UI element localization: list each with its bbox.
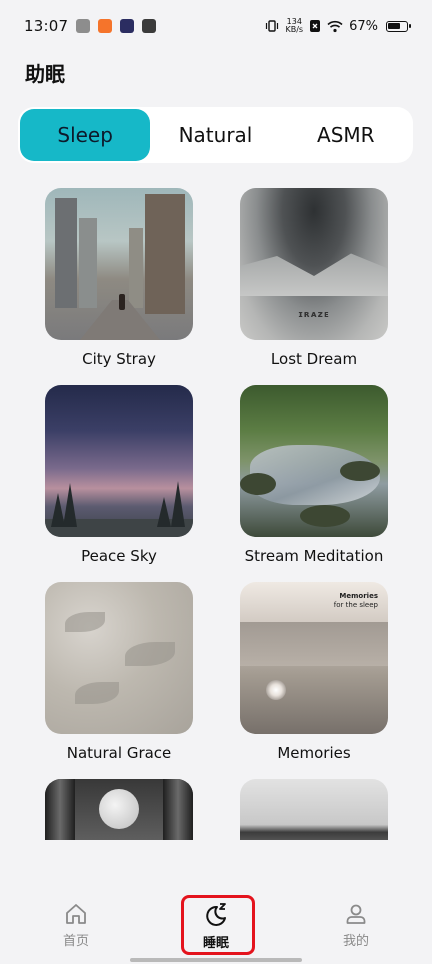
network-speed: 134 KB/s <box>285 18 303 34</box>
card-thumbnail[interactable] <box>240 385 388 537</box>
status-left: 13:07 <box>24 17 157 35</box>
tab-sleep[interactable]: Sleep <box>20 109 151 161</box>
home-icon <box>66 904 86 924</box>
vibrate-icon <box>266 20 279 32</box>
app-notification-icon <box>98 19 113 33</box>
tab-natural[interactable]: Natural <box>150 109 280 161</box>
card-stream-meditation[interactable]: Stream Meditation <box>239 385 389 565</box>
card-moon-theater[interactable] <box>44 779 194 840</box>
card-title: Stream Meditation <box>244 547 384 565</box>
card-thumbnail[interactable] <box>45 188 193 340</box>
card-thumbnail[interactable] <box>45 779 193 840</box>
profile-icon <box>346 904 366 924</box>
nav-profile-label: 我的 <box>342 934 369 949</box>
moon-sleep-icon <box>206 903 226 926</box>
nav-home[interactable]: 首页 <box>46 878 106 964</box>
nav-home-label: 首页 <box>62 934 89 949</box>
sound-grid: City Stray ɪʀᴀᴢᴇ Lost Dream Peace Sky St… <box>0 186 432 840</box>
card-title: Natural Grace <box>66 744 172 762</box>
card-peace-sky[interactable]: Peace Sky <box>44 385 194 565</box>
play-notification-icon <box>120 19 135 33</box>
home-indicator <box>130 958 302 962</box>
battery-icon <box>386 20 411 32</box>
app-screen: 13:07 134 KB/s 67% 助眠 Sleep Natural ASMR <box>0 0 432 964</box>
nav-sleep-label: 睡眠 <box>202 936 229 951</box>
battery-percent: 67% <box>349 18 378 34</box>
card-thumbnail[interactable]: ɪʀᴀᴢᴇ <box>240 188 388 340</box>
sim-icon <box>310 20 321 32</box>
page-title: 助眠 <box>25 62 65 86</box>
card-lost-dream[interactable]: ɪʀᴀᴢᴇ Lost Dream <box>239 188 389 368</box>
card-thumbnail[interactable] <box>45 582 193 734</box>
thumbnail-title: Memories <box>339 592 378 600</box>
tab-asmr[interactable]: ASMR <box>281 109 411 161</box>
card-memories[interactable]: Memories for the sleep Memories <box>239 582 389 762</box>
card-title: City Stray <box>82 350 156 368</box>
nav-profile[interactable]: 我的 <box>326 878 386 964</box>
card-river[interactable] <box>239 779 389 840</box>
network-speed-unit: KB/s <box>285 25 304 34</box>
card-title: Peace Sky <box>81 547 157 565</box>
status-bar: 13:07 134 KB/s 67% <box>0 0 432 52</box>
thumbnail-subtitle: for the sleep <box>333 601 378 609</box>
cloud-notification-icon <box>76 19 91 33</box>
category-tabs: Sleep Natural ASMR <box>18 107 413 163</box>
status-time: 13:07 <box>24 17 69 35</box>
wifi-icon <box>327 20 343 32</box>
card-city-stray[interactable]: City Stray <box>44 188 194 368</box>
status-right: 134 KB/s 67% <box>265 18 411 34</box>
card-thumbnail[interactable]: Memories for the sleep <box>240 582 388 734</box>
thumbnail-text: ɪʀᴀᴢᴇ <box>298 310 330 320</box>
mail-notification-icon <box>142 19 157 33</box>
nav-sleep[interactable]: 睡眠 <box>186 878 246 964</box>
card-natural-grace[interactable]: Natural Grace <box>44 582 194 762</box>
bottom-navigation: 首页 睡眠 我的 <box>0 878 432 964</box>
card-title: Lost Dream <box>270 350 358 368</box>
card-thumbnail[interactable] <box>240 779 388 840</box>
card-thumbnail[interactable] <box>45 385 193 537</box>
card-title: Memories <box>277 744 351 762</box>
